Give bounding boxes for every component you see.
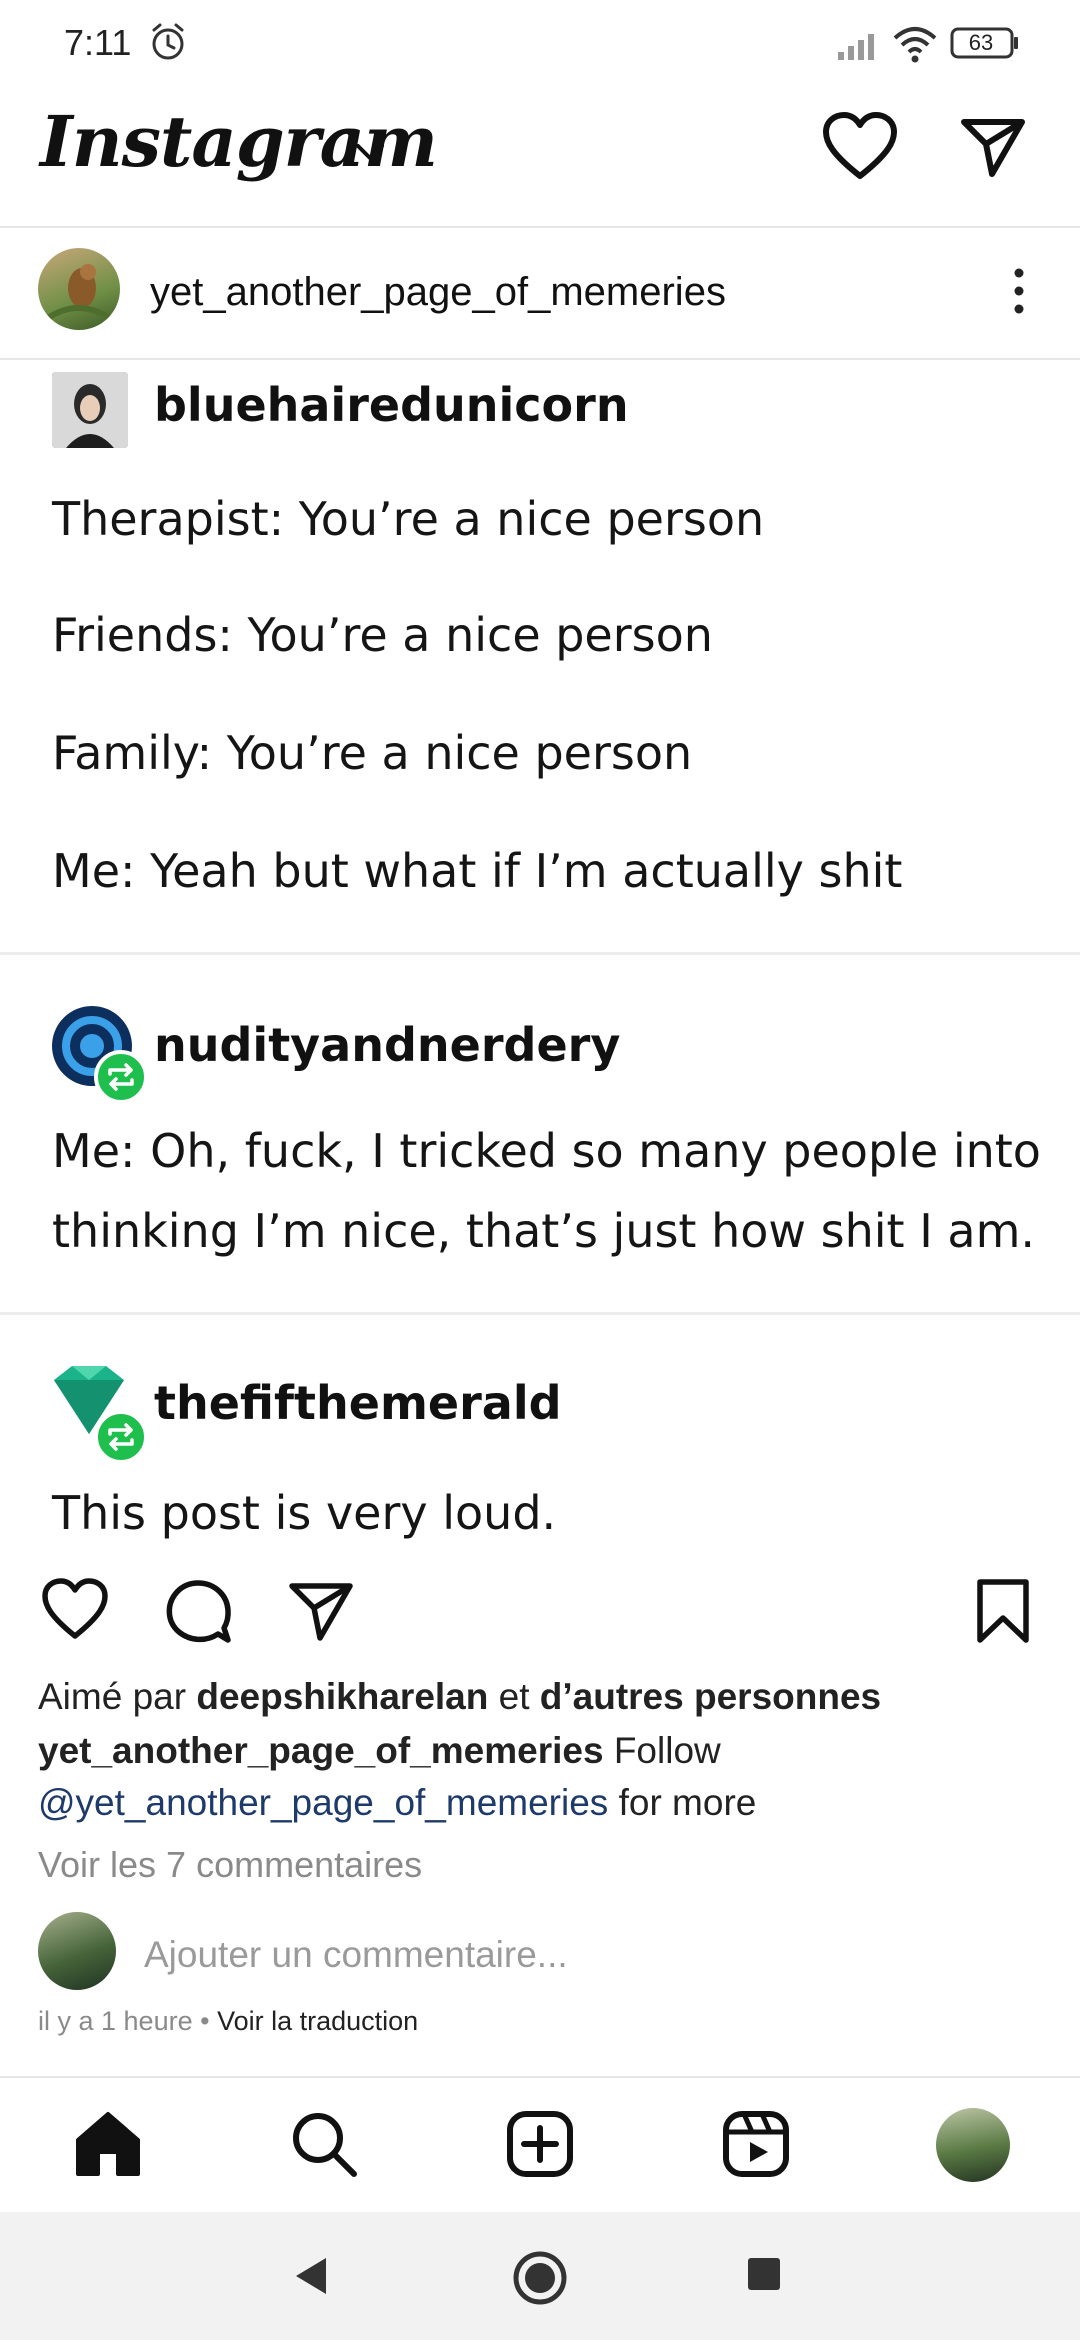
reblog-icon [94,1050,148,1104]
likes-middle: et [488,1676,540,1717]
tumblr-text-line: thinking I’m nice, that’s just how shit … [52,1204,1036,1258]
comment-icon[interactable] [164,1576,234,1646]
bookmark-icon[interactable] [968,1576,1038,1646]
chevron-down-icon[interactable] [352,140,388,166]
post-author-username[interactable]: yet_another_page_of_memeries [150,270,726,315]
share-icon[interactable] [286,1576,356,1646]
add-comment-input[interactable]: Ajouter un commentaire... [144,1934,568,1976]
tumblr-separator [0,952,1080,955]
tumblr-text-line: Therapist: You’re a nice person [52,492,765,546]
tumblr-text-line: This post is very loud. [52,1486,557,1540]
timestamp-separator: • [192,2006,218,2036]
likes-prefix: Aimé par [38,1676,197,1717]
time-ago: il y a 1 heure [38,2006,193,2036]
recents-icon[interactable] [746,2256,782,2292]
tumblr-avatar [52,372,128,448]
liked-by-others[interactable]: d’autres personnes [540,1676,881,1717]
home-button-icon[interactable] [512,2250,568,2306]
send-icon[interactable] [958,112,1028,182]
create-icon[interactable] [504,2108,576,2180]
tumblr-text-line: Me: Oh, fuck, I tricked so many people i… [52,1124,1041,1178]
post-header-divider [0,358,1080,360]
tumblr-separator [0,1312,1080,1315]
caption-text: for more [608,1782,757,1823]
tumblr-text-line: Friends: You’re a nice person [52,608,713,662]
battery-level: 63 [968,30,994,55]
like-heart-icon[interactable] [40,1576,110,1646]
tumblr-text-line: Family: You’re a nice person [52,726,693,780]
profile-avatar[interactable] [936,2108,1010,2182]
heart-icon[interactable] [822,112,898,182]
battery-icon: 63 [950,27,1020,59]
bottom-nav-divider [0,2076,1080,2078]
search-icon[interactable] [288,2108,360,2180]
caption-username[interactable]: yet_another_page_of_memeries [38,1730,604,1771]
back-icon[interactable] [292,2254,332,2298]
more-options-icon[interactable] [1002,266,1036,316]
tumblr-username: thefifthemerald [154,1376,562,1430]
wifi-icon [893,27,937,63]
liked-by-user[interactable]: deepshikharelan [196,1676,488,1717]
tumblr-username: nudityandnerdery [154,1018,621,1072]
signal-icon [838,34,874,60]
caption-mention[interactable]: @yet_another_page_of_memeries [38,1782,608,1823]
tumblr-text-line: Me: Yeah but what if I’m actually shit [52,844,903,898]
caption: yet_another_page_of_memeries Follow [38,1730,721,1772]
post-timestamp: il y a 1 heure • Voir la traduction [38,2006,418,2037]
reblog-icon [94,1410,148,1464]
caption-continued: @yet_another_page_of_memeries for more [38,1782,756,1824]
caption-text: Follow [603,1730,721,1771]
post-author-avatar[interactable] [38,248,120,330]
view-comments-link[interactable]: Voir les 7 commentaires [38,1844,422,1886]
status-time: 7:11 [64,22,132,63]
header-divider [0,226,1080,228]
tumblr-username: bluehairedunicorn [154,378,629,432]
reels-icon[interactable] [720,2108,792,2180]
see-translation-link[interactable]: Voir la traduction [217,2006,418,2036]
alarm-icon [152,23,184,60]
current-user-avatar [38,1912,116,1990]
likes-summary[interactable]: Aimé par deepshikharelan et d’autres per… [38,1676,881,1718]
home-icon[interactable] [72,2108,144,2180]
